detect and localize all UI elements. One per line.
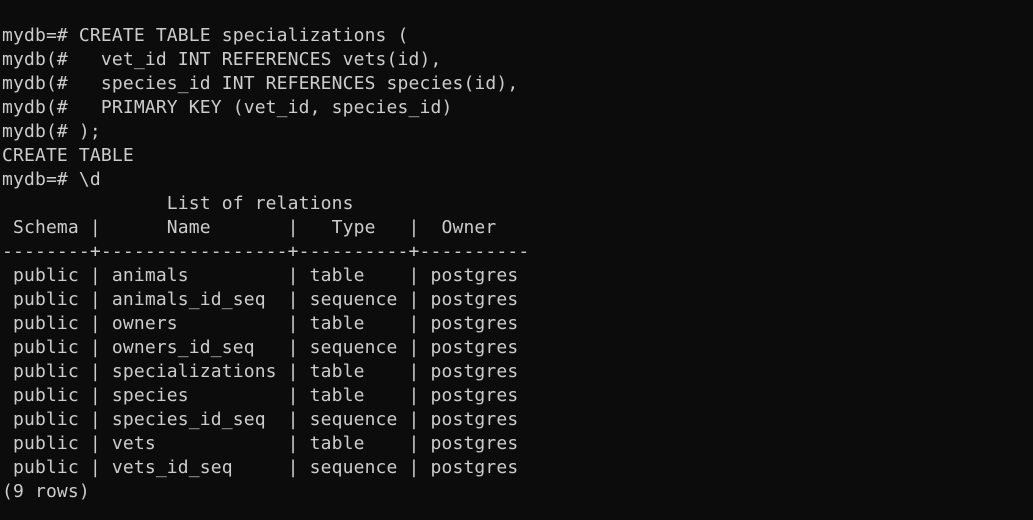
table-row: public | specializations | table | postg… xyxy=(2,361,519,382)
table-row: public | species | table | postgres xyxy=(2,385,519,406)
terminal-line: mydb(# PRIMARY KEY (vet_id, species_id) xyxy=(2,97,453,118)
terminal-line: mydb(# ); xyxy=(2,121,101,142)
table-row: public | vets_id_seq | sequence | postgr… xyxy=(2,457,519,478)
terminal-window[interactable]: mydb=# CREATE TABLE specializations ( my… xyxy=(0,0,1033,520)
terminal-line: mydb(# species_id INT REFERENCES species… xyxy=(2,73,519,94)
table-separator: --------+-----------------+----------+--… xyxy=(2,241,530,262)
table-row: public | species_id_seq | sequence | pos… xyxy=(2,409,519,430)
table-header-row: Schema | Name | Type | Owner xyxy=(2,217,497,238)
table-row: public | animals_id_seq | sequence | pos… xyxy=(2,289,519,310)
terminal-line: mydb(# vet_id INT REFERENCES vets(id), xyxy=(2,49,442,70)
terminal-line: mydb=# CREATE TABLE specializations ( xyxy=(2,25,409,46)
terminal-line: mydb=# \d xyxy=(2,169,101,190)
table-row: public | vets | table | postgres xyxy=(2,433,519,454)
terminal-line: CREATE TABLE xyxy=(2,145,134,166)
table-caption: List of relations xyxy=(2,193,354,214)
table-row: public | animals | table | postgres xyxy=(2,265,519,286)
table-row: public | owners | table | postgres xyxy=(2,313,519,334)
table-row: public | owners_id_seq | sequence | post… xyxy=(2,337,519,358)
row-count-footer: (9 rows) xyxy=(2,481,90,502)
terminal-output: mydb=# CREATE TABLE specializations ( my… xyxy=(2,24,529,504)
